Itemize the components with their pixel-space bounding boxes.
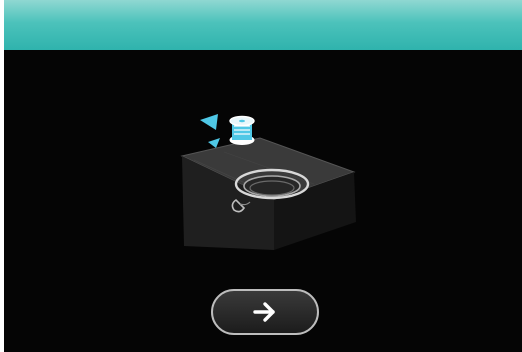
bobbin-insertion-illustration <box>180 114 356 250</box>
sewing-machine-screen <box>4 0 522 352</box>
bobbin-icon <box>229 115 255 145</box>
arrow-right-icon <box>253 302 275 322</box>
header-bar <box>4 0 522 50</box>
next-button[interactable] <box>211 289 319 335</box>
insert-direction-arrows-icon <box>200 114 220 148</box>
